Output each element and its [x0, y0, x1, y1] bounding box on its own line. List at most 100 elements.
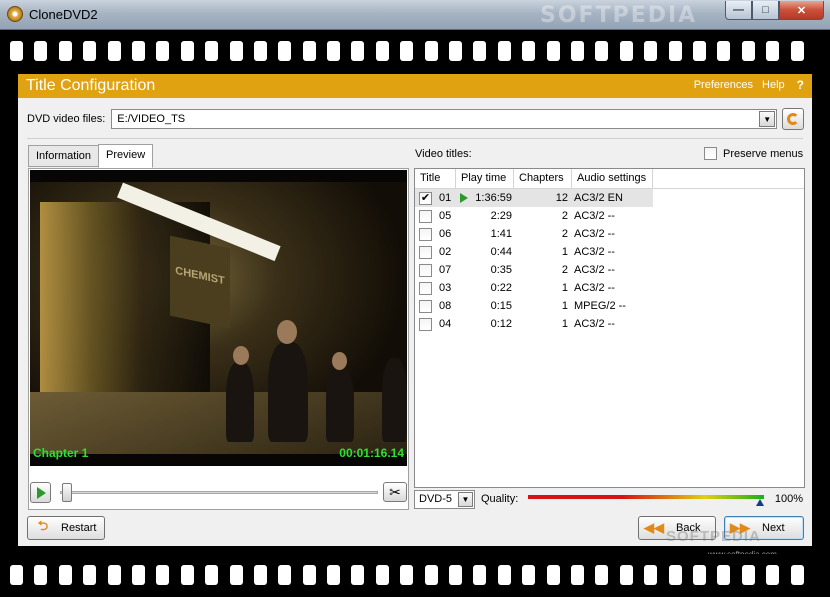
title-checkbox-cell[interactable]: ✔ — [415, 191, 435, 205]
film-hole — [253, 565, 267, 585]
film-hole — [570, 41, 584, 61]
film-hole — [449, 41, 463, 61]
person-figure — [326, 368, 354, 442]
dvd-path-combobox[interactable]: E:/VIDEO_TS ▼ — [111, 109, 778, 129]
help-link[interactable]: Help — [762, 79, 785, 92]
tab-preview[interactable]: Preview — [98, 144, 154, 168]
checkbox[interactable] — [419, 209, 432, 223]
chevron-down-icon[interactable]: ▼ — [458, 492, 473, 507]
film-hole — [619, 565, 633, 585]
title-checkbox-cell[interactable] — [415, 227, 435, 241]
browse-refresh-button[interactable] — [782, 108, 804, 130]
film-hole — [107, 565, 121, 585]
column-header-audio-settings[interactable]: Audio settings — [572, 169, 653, 188]
chapters-count: 2 — [561, 210, 568, 222]
film-hole — [278, 41, 292, 61]
film-hole — [741, 41, 755, 61]
preserve-menus-checkbox[interactable]: Preserve menus — [704, 147, 803, 160]
title-checkbox-cell[interactable] — [415, 299, 435, 313]
restart-button[interactable]: ⮌ Restart — [27, 516, 105, 540]
film-hole — [10, 41, 23, 61]
person-figure — [268, 342, 308, 442]
seek-thumb[interactable] — [62, 483, 72, 502]
film-hole — [741, 565, 755, 585]
list-item[interactable]: 04 0:12 1 AC3/2 -- — [415, 315, 804, 333]
film-hole — [644, 565, 658, 585]
checkbox[interactable] — [419, 317, 432, 331]
checkbox[interactable] — [419, 281, 432, 295]
audio-settings: AC3/2 -- — [574, 210, 615, 222]
checkbox[interactable]: ✔ — [419, 191, 432, 205]
title-checkbox-cell[interactable] — [415, 263, 435, 277]
chevron-down-icon[interactable]: ▼ — [759, 111, 776, 127]
next-label: Next — [762, 522, 785, 534]
title-number: 05 — [439, 210, 452, 222]
person-figure — [226, 362, 254, 442]
quality-marker-icon[interactable] — [756, 499, 764, 506]
list-item[interactable]: 06 1:41 2 AC3/2 -- — [415, 225, 804, 243]
play-time-cell: 0:22 — [456, 282, 514, 294]
film-hole — [156, 565, 170, 585]
checkbox[interactable] — [704, 147, 717, 160]
window-controls: — □ ✕ — [725, 1, 824, 20]
list-item[interactable]: ✔ 01 1:36:59 12 AC3/2 EN — [415, 189, 653, 207]
film-hole — [327, 565, 341, 585]
film-holes — [10, 565, 815, 585]
play-icon — [460, 193, 469, 203]
list-item[interactable]: 05 2:29 2 AC3/2 -- — [415, 207, 804, 225]
column-header-play-time[interactable]: Play time — [456, 169, 514, 188]
list-item[interactable]: 08 0:15 1 MPEG/2 -- — [415, 297, 804, 315]
list-item[interactable]: 07 0:35 2 AC3/2 -- — [415, 261, 804, 279]
play-button[interactable] — [30, 482, 51, 503]
column-header-title[interactable]: Title — [415, 169, 456, 188]
tab-information[interactable]: Information — [28, 145, 100, 167]
film-strip-bottom — [0, 554, 830, 597]
title-checkbox-cell[interactable] — [415, 245, 435, 259]
film-hole — [473, 565, 487, 585]
title-configuration-panel: Title Configuration Preferences Help ? D… — [18, 74, 812, 559]
preferences-link[interactable]: Preferences — [694, 79, 753, 92]
film-hole — [766, 41, 780, 61]
column-header-chapters[interactable]: Chapters — [514, 169, 572, 188]
person-head — [233, 346, 249, 365]
video-preview: CHEMIST Chapter 1 00:01:16.14 — [30, 170, 407, 466]
header-links: Preferences Help ? — [694, 78, 804, 92]
maximize-button[interactable]: □ — [752, 1, 779, 20]
preview-pane: CHEMIST Chapter 1 00:01:16.14 ✂ — [28, 168, 409, 510]
help-icon[interactable]: ? — [797, 78, 804, 92]
list-header: Title Play time Chapters Audio settings — [415, 169, 804, 189]
minimize-button[interactable]: — — [725, 1, 752, 20]
checkbox[interactable] — [419, 227, 432, 241]
quality-percent: 100% — [774, 493, 803, 505]
list-item[interactable]: 03 0:22 1 AC3/2 -- — [415, 279, 804, 297]
dvd-path-value: E:/VIDEO_TS — [117, 113, 186, 125]
play-time: 0:22 — [490, 282, 512, 294]
chapters-count: 2 — [561, 264, 568, 276]
list-item[interactable]: 02 0:44 1 AC3/2 -- — [415, 243, 804, 261]
film-hole — [375, 41, 389, 61]
checkbox[interactable] — [419, 299, 432, 313]
film-holes — [10, 41, 815, 61]
chapters-count: 1 — [561, 318, 568, 330]
checkbox[interactable] — [419, 245, 432, 259]
title-checkbox-cell[interactable] — [415, 281, 435, 295]
title-checkbox-cell[interactable] — [415, 317, 435, 331]
scissors-icon[interactable]: ✂ — [383, 482, 407, 502]
play-time-cell: 0:12 — [456, 318, 514, 330]
close-button[interactable]: ✕ — [779, 1, 824, 20]
preserve-menus-label: Preserve menus — [723, 147, 804, 160]
chapters-count: 1 — [561, 282, 568, 294]
title-checkbox-cell[interactable] — [415, 209, 435, 223]
audio-settings: AC3/2 EN — [574, 192, 623, 204]
film-hole — [58, 41, 72, 61]
seek-track[interactable] — [60, 491, 378, 494]
film-hole — [327, 41, 341, 61]
video-frame: CHEMIST — [30, 182, 407, 454]
play-time-cell: 0:35 — [456, 264, 514, 276]
film-hole — [497, 41, 511, 61]
dvd-format-select[interactable]: DVD-5 ▼ — [414, 490, 475, 509]
film-hole — [692, 41, 706, 61]
play-time: 0:35 — [490, 264, 512, 276]
restart-arrow-icon: ⮌ — [37, 518, 49, 533]
checkbox[interactable] — [419, 263, 432, 277]
